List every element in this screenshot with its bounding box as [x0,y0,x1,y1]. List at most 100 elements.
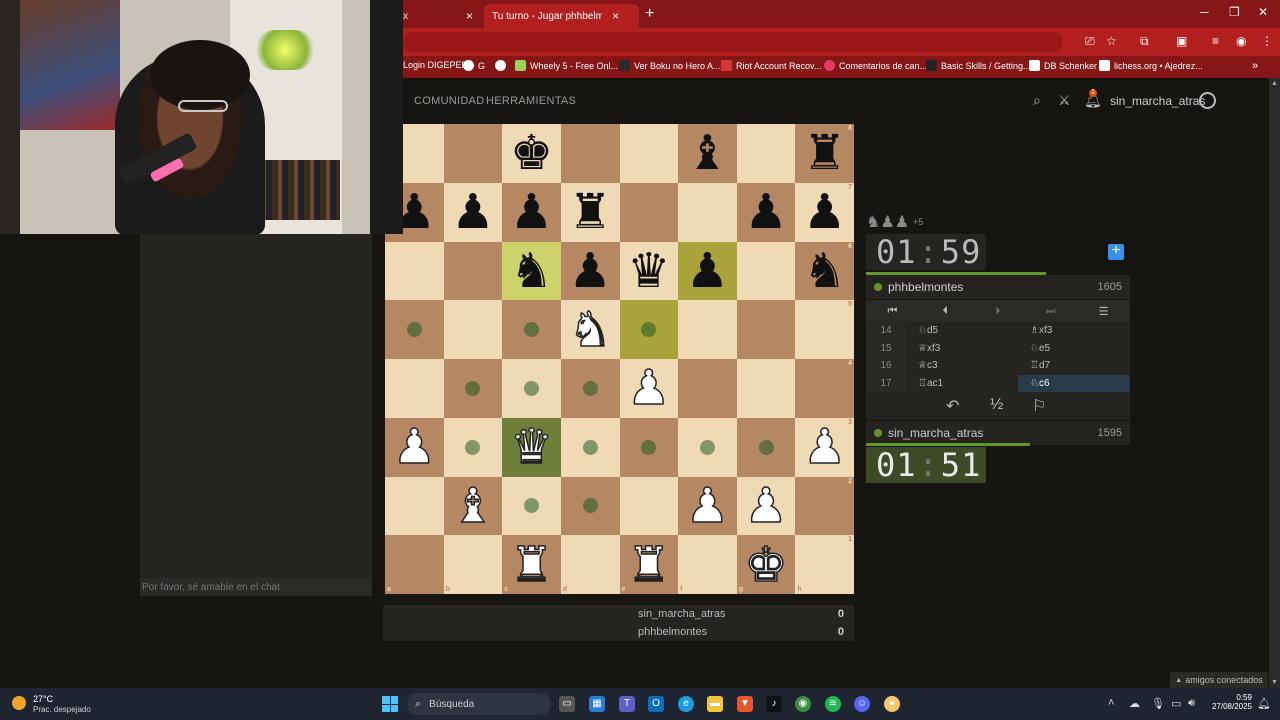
scroll-down-icon[interactable]: ▼ [1271,679,1278,686]
white-pawn-icon[interactable]: ♟ [392,422,437,472]
move-black[interactable]: ♘c6 [1018,374,1130,392]
square-h2[interactable]: 2 [795,476,854,536]
move-dest-dot[interactable] [758,439,774,455]
start-windows-icon[interactable] [382,696,398,712]
square-e6[interactable]: ♛ [619,241,679,301]
square-d8[interactable] [560,124,620,183]
app-icon[interactable]: ● [884,696,900,712]
move-white[interactable]: ♖ac1 [906,375,1018,393]
square-c8[interactable]: ♚ [502,124,561,183]
browser-tab-active[interactable]: Tu turno - Jugar phhbelmontes × [484,4,639,28]
offer-draw-button[interactable]: ½ [990,396,1003,414]
square-b6[interactable] [443,241,503,301]
square-g6[interactable] [736,241,796,301]
square-d3[interactable] [560,417,620,477]
bookmark-item[interactable]: Wheely 5 - Free Onl... [515,60,618,71]
black-rook-icon[interactable]: ♜ [803,129,846,177]
weather-temp[interactable]: 27°C [33,694,53,704]
move-black[interactable]: ♘e5 [1018,340,1130,358]
square-e7[interactable] [619,182,679,242]
volume-icon[interactable]: 🔊︎ [1188,697,1195,710]
square-e4[interactable]: ♟ [619,359,679,418]
bookmark-item[interactable]: Ver Boku no Hero A... [619,60,721,71]
square-f8[interactable]: ♝ [678,124,737,183]
close-window-icon[interactable]: ✕ [1258,5,1268,19]
black-pawn-icon[interactable]: ♟ [510,188,553,236]
square-e1[interactable]: ♜ e [619,535,679,594]
black-knight-icon[interactable]: ♞ [510,247,553,295]
square-b7[interactable]: ♟ [443,182,503,242]
notifications-icon[interactable]: 🔔︎ [1257,697,1271,710]
square-e2[interactable] [619,476,679,536]
profile-icon[interactable]: ◉ [1236,34,1246,48]
square-h7[interactable]: ♟ 7 [795,182,854,242]
square-d1[interactable]: d [560,535,620,594]
square-b4[interactable] [443,359,503,418]
friends-online-button[interactable]: ▲ amigos conectados [1170,672,1268,688]
move-white[interactable]: ♕xf3 [906,340,1018,358]
square-c1[interactable]: ♜ c [502,535,561,594]
media-icon[interactable]: ≡ [1212,34,1219,48]
install-icon[interactable]: ⎚ [1085,34,1095,49]
square-d7[interactable]: ♜ [560,182,620,242]
close-icon[interactable]: × [612,9,619,23]
move-dest-dot[interactable] [699,439,715,455]
white-king-icon[interactable]: ♚ [744,540,789,590]
close-icon[interactable]: × [466,9,473,23]
square-f7[interactable] [678,182,737,242]
square-b1[interactable]: b [443,535,503,594]
bookmark-item[interactable]: Comentarios de can... [824,60,927,71]
move-dest-dot[interactable] [406,322,422,338]
black-rook-icon[interactable]: ♜ [569,188,612,236]
white-rook-icon[interactable]: ♜ [509,540,554,590]
url-input[interactable] [403,32,1063,52]
white-pawn-icon[interactable]: ♟ [685,481,730,531]
bookmark-item[interactable]: DB Schenker [1029,60,1097,71]
black-pawn-icon[interactable]: ♟ [686,247,729,295]
star-icon[interactable]: ☆ [1106,34,1117,48]
square-g7[interactable]: ♟ [736,182,796,242]
chess-board[interactable]: ♚ ♝ ♜ 8 ♟ ♟ ♟ ♜ ♟ ♟ 7 ♞ ♟ ♛ ♟ ♞ 6 ♞ 5 ♟ 4 ♟ ♛ ♟ 3 ♝ ♟ ♟ 2 a b ♜ c d ♜ e f ♚ g h… [385,124,854,594]
black-pawn-icon[interactable]: ♟ [569,247,612,295]
tray-chevron-icon[interactable]: ˄ [1108,697,1114,709]
extensions-icon[interactable]: ⧉ [1140,34,1149,49]
black-bishop-icon[interactable]: ♝ [686,129,729,177]
more-bookmarks-icon[interactable]: » [1252,60,1258,72]
discord-icon[interactable]: ☺ [854,696,870,712]
square-g3[interactable] [736,417,796,477]
square-e8[interactable] [619,124,679,183]
new-tab-icon[interactable]: + [645,5,654,23]
sidepanel-icon[interactable]: ▣ [1176,34,1187,48]
square-c5[interactable] [502,300,561,359]
outlook-icon[interactable]: O [648,696,664,712]
resign-flag-icon[interactable]: ⚐ [1032,396,1046,416]
move-black[interactable]: ♖d7 [1018,357,1130,375]
move-white[interactable]: ♘d5 [906,322,1018,340]
move-dest-dot[interactable] [582,439,598,455]
square-g1[interactable]: ♚ g [736,535,796,594]
bookmark-item[interactable]: Login DIGEPEP [403,60,468,70]
square-h4[interactable]: 4 [795,359,854,418]
black-pawn-icon[interactable]: ♟ [745,188,788,236]
network-icon[interactable]: ▭ [1171,697,1181,710]
restore-icon[interactable]: ❐ [1229,5,1240,19]
scroll-up-icon[interactable]: ▲ [1271,80,1278,87]
minimize-icon[interactable]: ─ [1200,5,1209,19]
white-bishop-icon[interactable]: ♝ [451,481,496,531]
move-dest-dot[interactable] [465,439,481,455]
edge-icon[interactable]: e [678,696,694,712]
square-c2[interactable] [502,476,561,536]
square-h1[interactable]: h1 [795,535,854,594]
square-h5[interactable]: 5 [795,300,854,359]
square-a5[interactable] [385,300,444,359]
black-king-icon[interactable]: ♚ [510,129,553,177]
square-f4[interactable] [678,359,737,418]
square-c6[interactable]: ♞ [502,241,561,301]
square-a3[interactable]: ♟ [385,417,444,477]
bookmark-item[interactable] [495,60,510,71]
nav-comunidad[interactable]: COMUNIDAD [414,95,485,107]
black-knight-icon[interactable]: ♞ [803,247,846,295]
opponent-name[interactable]: phhbelmontes [888,280,963,294]
square-g4[interactable] [736,359,796,418]
last-move-icon[interactable]: ⏭ [1024,305,1077,318]
